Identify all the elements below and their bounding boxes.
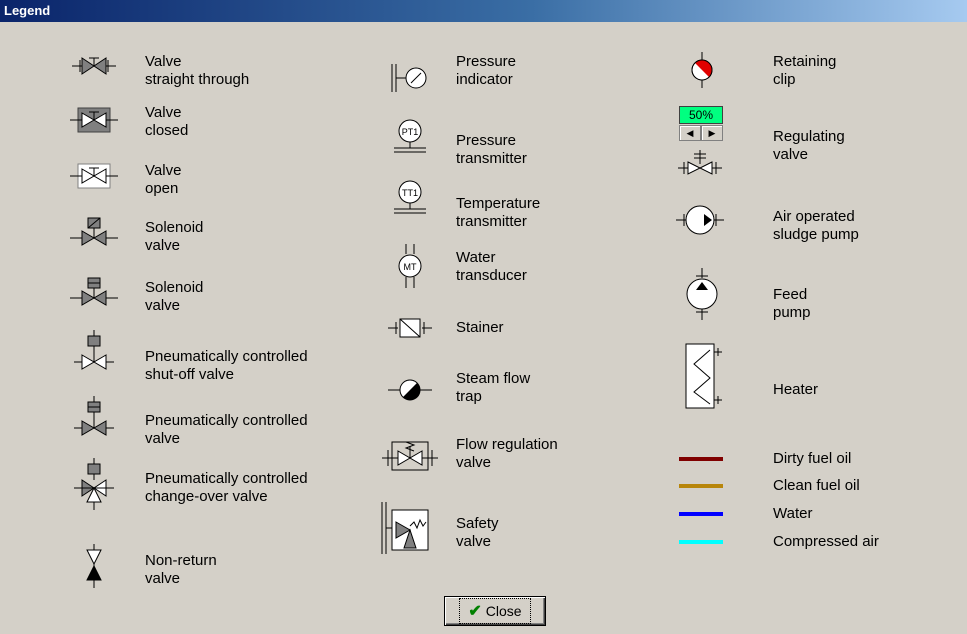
regulating-valve-icon	[670, 142, 730, 186]
legend-label-air-pump: Air operated sludge pump	[773, 208, 859, 243]
valve-open-icon	[64, 154, 124, 198]
legend-label-pneumatic-shutoff: Pneumatically controlled shut-off valve	[145, 348, 308, 383]
pressure-indicator-icon	[380, 56, 440, 100]
legend-label-heater: Heater	[773, 381, 819, 398]
legend-label-solenoid-2: Solenoid valve	[145, 279, 204, 314]
air-operated-pump-icon	[670, 198, 730, 242]
regulating-valve-increase-button[interactable]: ▶	[701, 125, 723, 141]
pneumatic-valve-icon	[64, 396, 124, 440]
safety-valve-icon	[378, 502, 438, 554]
legend-label-strainer: Stainer	[456, 319, 504, 336]
flow-regulation-valve-icon	[380, 432, 440, 476]
solenoid-valve-icon	[64, 210, 124, 254]
legend-label-solenoid-1: Solenoid valve	[145, 219, 204, 254]
legend-label-steam-trap: Steam flow trap	[456, 370, 531, 405]
pressure-transmitter-icon: PT1	[380, 115, 440, 159]
legend-label-pneumatic-changeover: Pneumatically controlled change-over valv…	[145, 470, 308, 505]
legend-label-temperature-transmitter: Temperature transmitter	[456, 195, 541, 230]
regulating-valve-decrease-button[interactable]: ◀	[679, 125, 701, 141]
close-button[interactable]: ✔ Close	[444, 596, 546, 626]
window-title: Legend	[4, 3, 51, 18]
water-transducer-tag: MT	[404, 262, 417, 272]
strainer-icon	[380, 306, 440, 350]
non-return-valve-icon	[64, 544, 124, 588]
line-swatch	[679, 457, 723, 461]
legend-label-regulating-valve: Regulating valve	[773, 128, 845, 163]
legend-label-valve-open: Valve open	[145, 162, 182, 197]
line-legend-label: Dirty fuel oil	[773, 450, 852, 467]
legend-label-valve-closed: Valve closed	[145, 104, 189, 139]
pneumatic-changeover-valve-icon	[64, 458, 124, 510]
pressure-transmitter-tag: PT1	[402, 127, 419, 137]
legend-label-retaining-clip: Retaining clip	[773, 53, 837, 88]
heater-icon	[672, 343, 732, 409]
solenoid-valve-2-icon	[64, 270, 124, 314]
retaining-clip-icon	[672, 48, 732, 92]
legend-content: Valve straight through Valve closed Valv…	[0, 22, 967, 634]
valve-closed-icon	[64, 98, 124, 142]
regulating-valve-percent: 50%	[679, 106, 723, 124]
close-button-label: Close	[485, 603, 522, 619]
legend-label-feed-pump: Feed pump	[773, 286, 811, 321]
steam-trap-icon	[380, 368, 440, 412]
legend-window: Legend Valve straight through Valve clos…	[0, 0, 967, 634]
legend-label-water-transducer: Water transducer	[456, 249, 527, 284]
line-legend-label: Clean fuel oil	[773, 477, 860, 494]
legend-label-valve-straight: Valve straight through	[145, 53, 250, 88]
regulating-valve-widget[interactable]: 50% ◀ ▶	[679, 106, 723, 141]
legend-label-non-return: Non-return valve	[145, 552, 217, 587]
legend-label-pressure-indicator: Pressure indicator	[456, 53, 517, 88]
valve-straight-through-icon	[64, 44, 124, 88]
legend-label-pneumatic-valve: Pneumatically controlled valve	[145, 412, 308, 447]
legend-label-flow-regulation: Flow regulation valve	[456, 436, 558, 471]
pneumatic-shutoff-valve-icon	[64, 330, 124, 374]
checkmark-icon: ✔	[468, 603, 482, 620]
temperature-transmitter-tag: TT1	[402, 188, 418, 198]
line-legend-label: Compressed air	[773, 533, 879, 550]
feed-pump-icon	[672, 268, 732, 320]
title-bar[interactable]: Legend	[0, 0, 967, 22]
line-swatch	[679, 512, 723, 516]
water-transducer-icon: MT	[380, 244, 440, 288]
line-swatch	[679, 540, 723, 544]
legend-label-safety-valve: Safety valve	[456, 515, 499, 550]
temperature-transmitter-icon: TT1	[380, 176, 440, 220]
legend-label-pressure-transmitter: Pressure transmitter	[456, 132, 527, 167]
line-legend-label: Water	[773, 505, 813, 522]
line-swatch	[679, 484, 723, 488]
